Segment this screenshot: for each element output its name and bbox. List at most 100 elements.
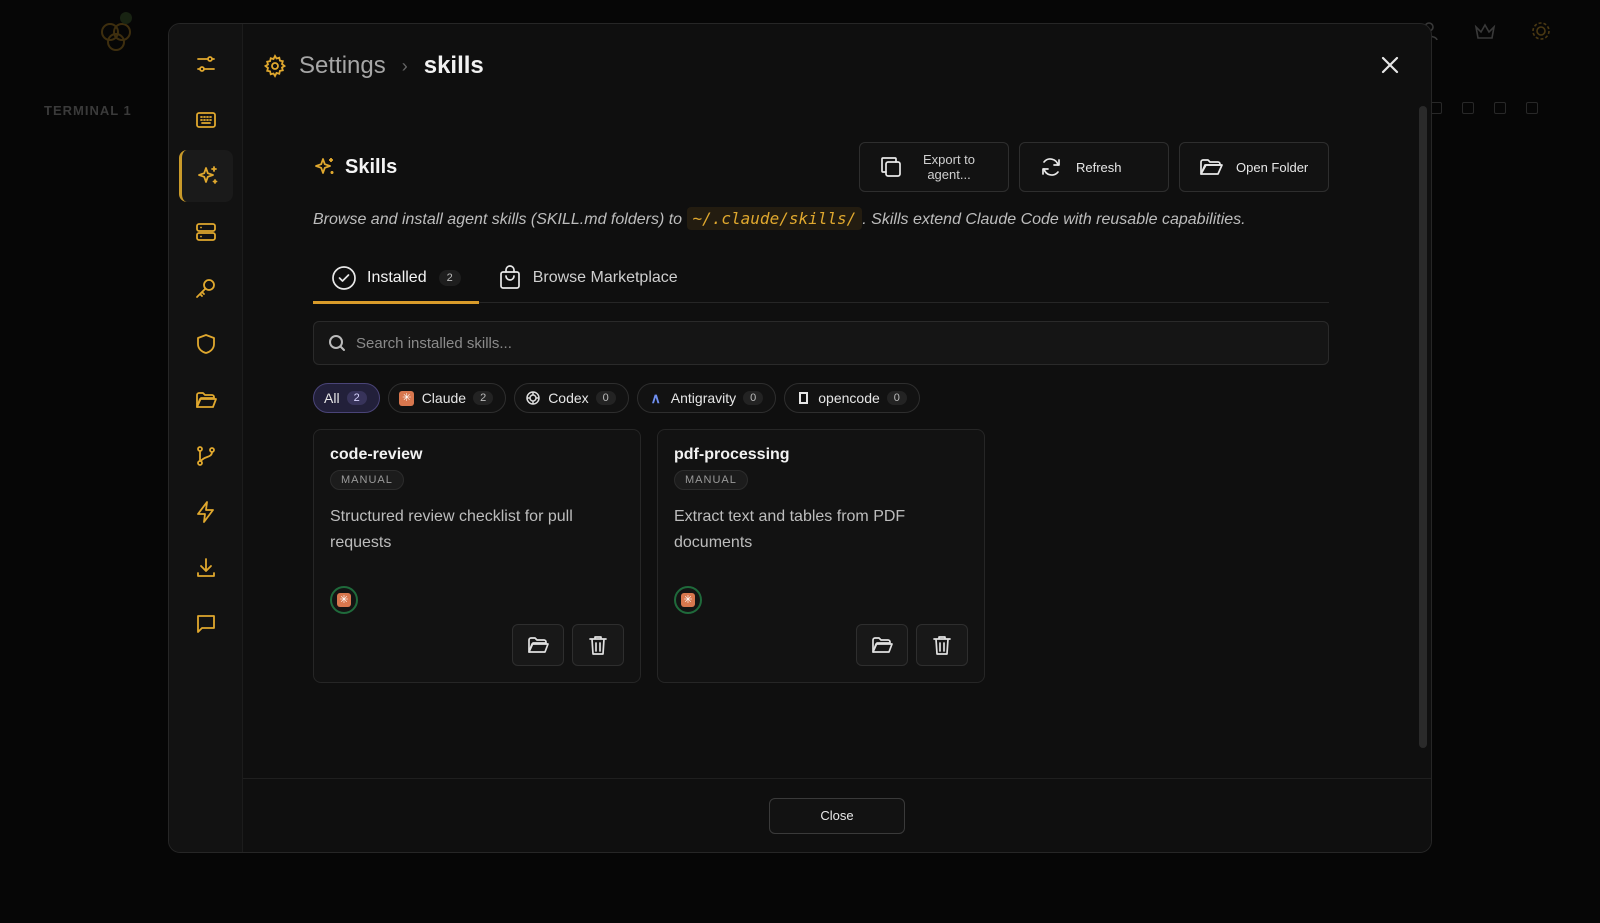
skill-name: pdf-processing — [674, 446, 790, 463]
skill-description: Extract text and tables from PDF documen… — [674, 508, 906, 551]
sidebar-item-security[interactable] — [179, 318, 233, 370]
sidebar-item-folders[interactable] — [179, 374, 233, 426]
refresh-label: Refresh — [1076, 159, 1122, 175]
git-branch-icon — [197, 446, 215, 466]
desc-text: Browse and install agent skills (SKILL.m… — [313, 211, 687, 228]
sliders-icon — [197, 56, 215, 72]
filter-opencode[interactable]: opencode 0 — [784, 383, 920, 413]
folder-icon — [196, 392, 217, 408]
skill-tag: MANUAL — [674, 470, 748, 490]
filter-count: 2 — [346, 391, 367, 405]
claude-agent-badge: ✳ — [674, 586, 702, 614]
key-icon — [196, 279, 215, 298]
breadcrumb-settings[interactable]: Settings — [299, 52, 386, 80]
open-skill-folder-button[interactable] — [512, 624, 564, 666]
skill-card[interactable]: pdf-processing MANUAL Extract text and t… — [657, 429, 985, 683]
section-title-label: Skills — [345, 155, 398, 178]
refresh-icon — [1042, 158, 1060, 176]
modal-footer: Close — [243, 778, 1431, 852]
filter-count: 0 — [595, 391, 616, 405]
sidebar-item-feedback[interactable] — [179, 598, 233, 650]
filter-count: 0 — [886, 391, 907, 405]
skill-actions — [856, 624, 968, 666]
tab-installed[interactable]: Installed 2 — [313, 253, 479, 304]
skill-card[interactable]: code-review MANUAL Structured review che… — [313, 429, 641, 683]
skills-section: Skills Export to agent... Refresh Open F… — [313, 142, 1329, 683]
section-header: Skills Export to agent... Refresh Open F… — [313, 142, 1329, 192]
filter-codex[interactable]: Codex 0 — [514, 383, 629, 413]
skills-grid: code-review MANUAL Structured review che… — [313, 429, 1329, 683]
section-title: Skills — [313, 155, 397, 179]
tab-installed-label: Installed — [367, 269, 427, 286]
delete-skill-button[interactable] — [916, 624, 968, 666]
skill-description: Structured review checklist for pull req… — [330, 508, 573, 551]
section-description: Browse and install agent skills (SKILL.m… — [313, 207, 1329, 231]
tab-marketplace-label: Browse Marketplace — [532, 269, 678, 286]
expand-icon — [1462, 102, 1474, 114]
skill-name: code-review — [330, 446, 423, 463]
scrollbar[interactable] — [1419, 106, 1427, 748]
filter-claude[interactable]: ✳ Claude 2 — [387, 383, 507, 413]
moon-icon — [1494, 102, 1506, 114]
chat-icon — [197, 615, 215, 633]
filter-count: 0 — [743, 391, 764, 405]
app-logo-icon — [101, 12, 132, 51]
check-circle-icon — [332, 266, 356, 290]
close-modal-button[interactable] — [1379, 54, 1401, 76]
skills-path: ~/.claude/skills/ — [686, 207, 863, 230]
close-button[interactable]: Close — [769, 797, 905, 834]
sidebar-item-skills[interactable] — [179, 150, 233, 202]
sidebar-item-general[interactable] — [179, 38, 233, 90]
filter-label: All — [324, 390, 340, 406]
sidebar-item-servers[interactable] — [179, 206, 233, 258]
top-right-icons — [1418, 20, 1552, 42]
sidebar-item-actions[interactable] — [179, 486, 233, 538]
search-input[interactable] — [356, 334, 1314, 352]
sidebar-item-keyboard[interactable] — [179, 94, 233, 146]
close-icon — [1526, 102, 1538, 114]
folder-open-icon — [1200, 159, 1223, 175]
filter-antigravity[interactable]: ∧ Antigravity 0 — [636, 383, 777, 413]
sidebar-item-keys[interactable] — [179, 262, 233, 314]
filter-count: 2 — [473, 391, 494, 405]
settings-sidebar — [169, 24, 243, 852]
download-icon — [197, 558, 215, 577]
sparkles-icon — [197, 166, 217, 184]
skill-tag: MANUAL — [330, 470, 404, 490]
skills-tabs: Installed 2 Browse Marketplace — [313, 253, 1329, 304]
section-actions: Export to agent... Refresh Open Folder — [859, 142, 1329, 192]
claude-icon: ✳ — [399, 390, 415, 406]
breadcrumb-separator: › — [401, 55, 408, 76]
openai-icon — [525, 390, 541, 406]
filter-label: Codex — [548, 390, 589, 406]
sparkles-icon — [315, 158, 334, 174]
page-title: skills — [423, 52, 484, 79]
antigravity-icon: ∧ — [650, 389, 661, 406]
export-label: Export to agent... — [922, 152, 976, 182]
settings-modal: Settings › skills Skills Export to agent… — [168, 23, 1432, 853]
folder-open-icon — [872, 637, 893, 653]
open-skill-folder-button[interactable] — [856, 624, 908, 666]
terminal-tab: TERMINAL 1 — [44, 103, 132, 118]
claude-icon: ✳ — [337, 593, 351, 607]
sidebar-item-updates[interactable] — [179, 542, 233, 594]
gear-icon — [1530, 20, 1552, 42]
export-to-agent-button[interactable]: Export to agent... — [859, 142, 1009, 192]
open-folder-label: Open Folder — [1236, 159, 1309, 175]
tab-marketplace[interactable]: Browse Marketplace — [479, 253, 696, 303]
crown-icon — [1474, 20, 1496, 42]
skill-actions — [512, 624, 624, 666]
filter-label: Antigravity — [670, 390, 737, 406]
search-icon — [329, 335, 345, 351]
sidebar-item-git[interactable] — [179, 430, 233, 482]
terminal-controls — [1430, 102, 1538, 114]
delete-skill-button[interactable] — [572, 624, 624, 666]
filter-all[interactable]: All 2 — [313, 383, 380, 413]
trash-icon — [933, 636, 951, 655]
refresh-button[interactable]: Refresh — [1019, 142, 1169, 192]
close-icon — [1381, 56, 1399, 74]
open-folder-button[interactable]: Open Folder — [1179, 142, 1329, 192]
keyboard-icon — [196, 112, 216, 128]
filter-label: Claude — [421, 390, 467, 406]
claude-agent-badge: ✳ — [330, 586, 358, 614]
